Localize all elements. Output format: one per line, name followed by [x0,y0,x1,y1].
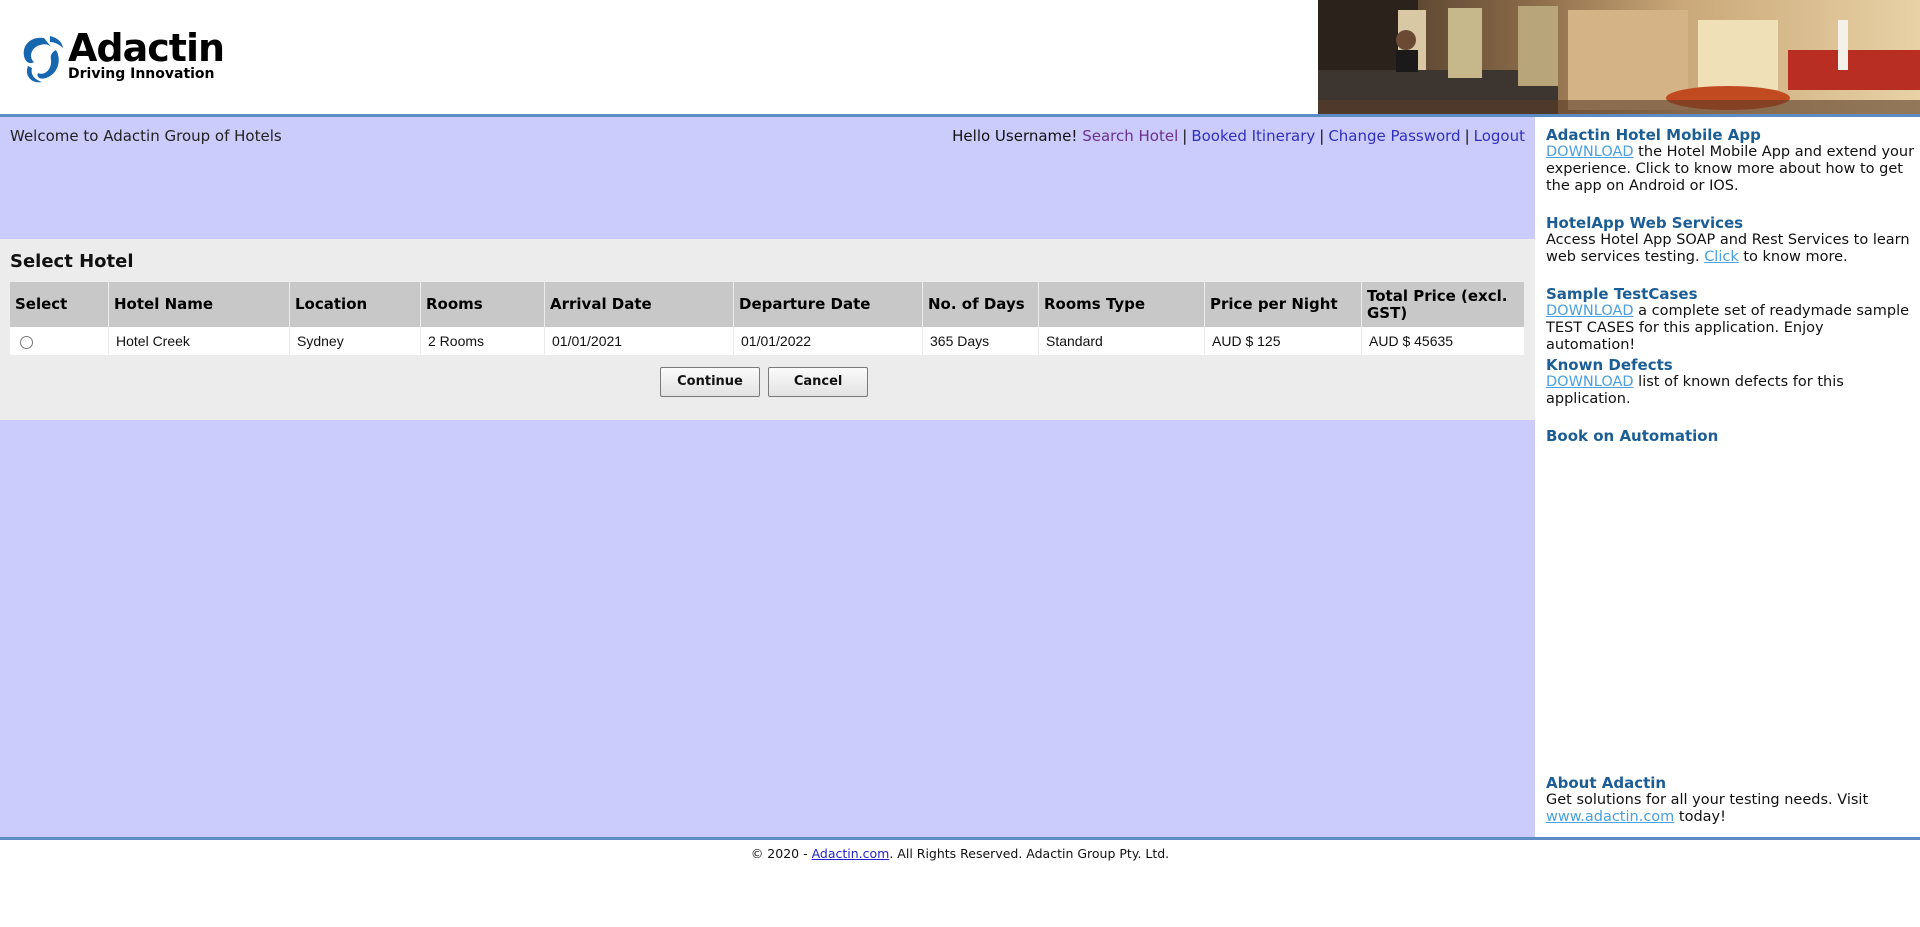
departure-cell: 01/01/2022 [733,327,923,355]
table-row: Hotel Creek Sydney 2 Rooms 01/01/2021 01… [10,327,1525,355]
hotel-name-cell: Hotel Creek [108,327,290,355]
col-hotel-name: Hotel Name [108,282,290,327]
logo-tagline: Driving Innovation [68,66,215,82]
known-defects-text: DOWNLOAD list of known defects for this … [1546,374,1916,408]
search-hotel-link[interactable]: Search Hotel [1082,127,1178,145]
copyright-prefix: © 2020 - [750,846,812,861]
testcases-download-link[interactable]: DOWNLOAD [1546,303,1634,319]
booked-itinerary-link[interactable]: Booked Itinerary [1191,127,1315,145]
right-sidebar: Adactin Hotel Mobile App DOWNLOAD the Ho… [1535,117,1920,837]
logout-link[interactable]: Logout [1474,127,1525,145]
room-type-cell: Standard [1038,327,1205,355]
book-on-automation-link[interactable]: Book on Automation [1546,428,1916,445]
about-text: Get solutions for all your testing needs… [1546,792,1916,826]
nav-separator: | [1464,127,1470,145]
col-room-type: Rooms Type [1038,282,1205,327]
known-defects-block: Known Defects DOWNLOAD list of known def… [1546,357,1916,408]
table-header-row: Select Hotel Name Location Rooms Arrival… [10,282,1525,327]
about-block: About Adactin Get solutions for all your… [1546,775,1916,826]
welcome-message: Welcome to Adactin Group of Hotels [10,127,282,145]
page-header: Adactin Driving Innovation [0,0,1920,117]
about-desc-end: today! [1674,809,1726,825]
cancel-button[interactable]: Cancel [768,367,869,397]
col-select: Select [10,282,109,327]
col-price-night: Price per Night [1204,282,1362,327]
web-services-text: Access Hotel App SOAP and Rest Services … [1546,232,1916,266]
testcases-title: Sample TestCases [1546,285,1698,303]
col-total-price: Total Price (excl. GST) [1361,282,1525,327]
hotel-results-table: Select Hotel Name Location Rooms Arrival… [10,282,1525,355]
mobile-app-text: DOWNLOAD the Hotel Mobile App and extend… [1546,144,1916,195]
arrival-cell: 01/01/2021 [544,327,734,355]
testcases-block: Sample TestCases DOWNLOAD a complete set… [1546,286,1916,354]
web-services-title: HotelApp Web Services [1546,214,1744,232]
book-block: Book on Automation [1546,428,1916,445]
about-desc: Get solutions for all your testing needs… [1546,792,1869,808]
user-nav: Hello Username! Search Hotel | Booked Itin… [952,127,1525,145]
select-hotel-radio[interactable] [20,335,33,349]
col-departure-date: Departure Date [733,282,923,327]
logo-swirl-icon [23,36,63,83]
about-title: About Adactin [1546,774,1667,792]
web-services-desc-end: to know more. [1738,249,1848,265]
greeting: Hello Username! [952,127,1078,145]
col-location: Location [289,282,421,327]
col-arrival-date: Arrival Date [544,282,734,327]
rooms-cell: 2 Rooms [420,327,545,355]
continue-button[interactable]: Continue [660,367,760,397]
copyright: © 2020 - Adactin.com. All Rights Reserve… [0,846,1920,861]
logo-wordmark: Adactin [68,26,225,70]
hotel-lobby-photo [1318,0,1920,114]
col-days: No. of Days [922,282,1039,327]
select-hotel-panel: Select Hotel Select Hotel Name Location … [0,239,1535,420]
action-buttons: Continue Cancel [660,367,871,397]
known-defects-title: Known Defects [1546,356,1673,374]
col-rooms: Rooms [420,282,545,327]
days-cell: 365 Days [922,327,1039,355]
nav-separator: | [1182,127,1188,145]
copyright-suffix: . All Rights Reserved. Adactin Group Pty… [889,846,1170,861]
total-price-cell: AUD $ 45635 [1361,327,1525,355]
page-title: Select Hotel [10,251,134,272]
change-password-link[interactable]: Change Password [1328,127,1460,145]
defects-download-link[interactable]: DOWNLOAD [1546,374,1634,390]
select-cell [10,327,109,355]
adactin-website-link[interactable]: www.adactin.com [1546,809,1674,825]
footer-adactin-link[interactable]: Adactin.com [812,846,890,861]
location-cell: Sydney [289,327,421,355]
adactin-logo[interactable]: Adactin Driving Innovation [14,28,244,88]
main-content: Welcome to Adactin Group of Hotels Hello… [0,117,1535,837]
mobile-app-title: Adactin Hotel Mobile App [1546,126,1761,144]
nav-separator: | [1319,127,1325,145]
mobile-app-download-link[interactable]: DOWNLOAD [1546,144,1634,160]
web-services-click-link[interactable]: Click [1704,249,1739,265]
mobile-app-block: Adactin Hotel Mobile App DOWNLOAD the Ho… [1546,127,1916,195]
testcases-text: DOWNLOAD a complete set of readymade sam… [1546,303,1916,354]
price-night-cell: AUD $ 125 [1204,327,1362,355]
web-services-block: HotelApp Web Services Access Hotel App S… [1546,215,1916,266]
page-footer: © 2020 - Adactin.com. All Rights Reserve… [0,837,1920,927]
